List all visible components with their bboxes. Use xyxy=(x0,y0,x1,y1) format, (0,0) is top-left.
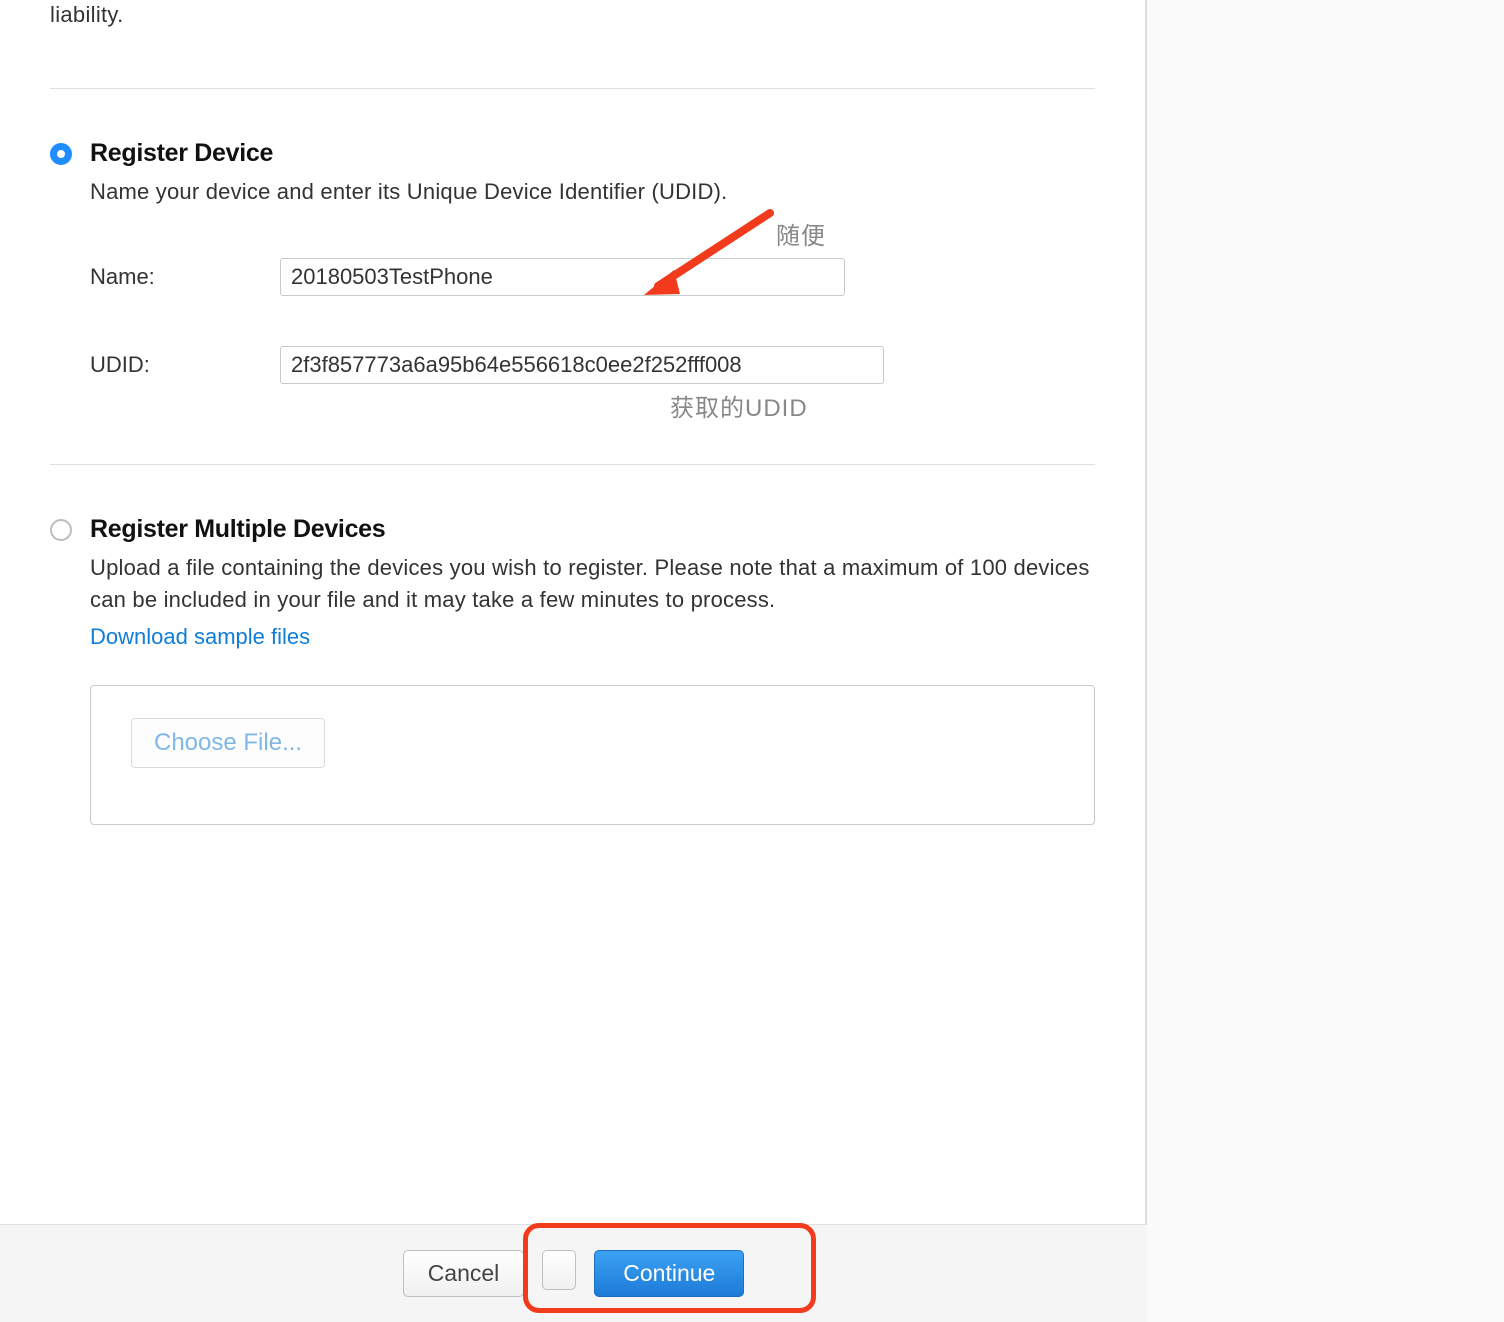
register-device-section: Register Device Name your device and ent… xyxy=(50,139,1095,384)
udid-row: UDID: 获取的UDID xyxy=(90,346,1095,384)
continue-button[interactable]: Continue xyxy=(594,1250,744,1297)
register-multiple-radio[interactable] xyxy=(50,519,72,541)
cancel-button[interactable]: Cancel xyxy=(403,1250,525,1297)
section-divider-2 xyxy=(50,464,1095,465)
name-label: Name: xyxy=(90,264,280,290)
choose-file-button[interactable]: Choose File... xyxy=(131,718,325,768)
register-device-radio[interactable] xyxy=(50,143,72,165)
register-multiple-description: Upload a file containing the devices you… xyxy=(90,552,1095,616)
register-multiple-section: Register Multiple Devices Upload a file … xyxy=(50,515,1095,825)
intro-text-fragment: liability. xyxy=(50,0,1095,48)
name-annotation: 随便 xyxy=(776,216,826,251)
udid-label: UDID: xyxy=(90,352,280,378)
download-sample-link[interactable]: Download sample files xyxy=(90,624,310,650)
section-divider xyxy=(50,88,1095,89)
footer-spacer xyxy=(542,1250,576,1290)
register-device-description: Name your device and enter its Unique De… xyxy=(90,176,1095,208)
register-multiple-title: Register Multiple Devices xyxy=(90,515,1095,544)
udid-annotation: 获取的UDID xyxy=(670,388,808,423)
name-row: Name: 随便 xyxy=(90,258,1095,296)
register-device-title: Register Device xyxy=(90,139,1095,168)
footer-bar: Cancel Continue xyxy=(0,1224,1147,1322)
right-gutter xyxy=(1147,0,1504,1322)
device-udid-input[interactable] xyxy=(280,346,884,384)
device-name-input[interactable] xyxy=(280,258,845,296)
upload-file-box: Choose File... xyxy=(90,685,1095,825)
